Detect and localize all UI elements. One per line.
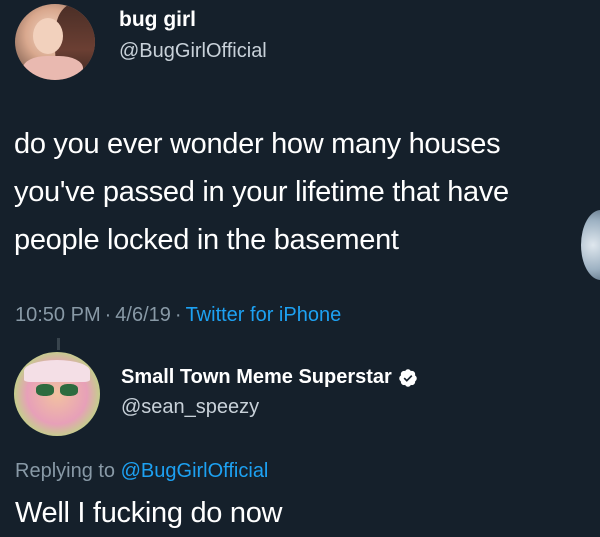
avatar-glasses [36,384,80,396]
thread-connector [57,338,60,350]
avatar[interactable] [15,4,95,80]
avatar-clothing [23,56,83,80]
meta-separator: · [174,304,182,326]
reply-avatar[interactable] [14,352,100,436]
replying-to: Replying to @BugGirlOfficial [15,460,268,483]
meta-separator: · [104,304,112,326]
tweet-text-line: you've passed in your lifetime that have [14,176,509,208]
author-display-name[interactable]: bug girl [119,8,196,32]
avatar-face [33,18,63,54]
tweet-text: do you ever wonder how many houses you'v… [14,120,594,264]
tweet-time[interactable]: 10:50 PM [15,304,101,326]
tweet-meta: 10:50 PM · 4/6/19 · Twitter for iPhone [15,304,341,327]
replying-to-label: Replying to [15,460,116,482]
tweet-text-line: people locked in the basement [14,224,399,256]
reply-author-name-text[interactable]: Small Town Meme Superstar [121,366,392,389]
main-tweet: bug girl @BugGirlOfficial do you ever wo… [0,0,600,345]
tweet-source-link[interactable]: Twitter for iPhone [186,304,342,326]
verified-badge-icon [399,368,417,387]
tweet-date[interactable]: 4/6/19 [115,304,171,326]
reply-author-handle[interactable]: @sean_speezy [121,396,259,419]
replying-to-mention-link[interactable]: @BugGirlOfficial [121,460,269,482]
tweet-text-line: do you ever wonder how many houses [14,128,501,160]
reply-author-display-name[interactable]: Small Town Meme Superstar [121,366,418,389]
author-handle[interactable]: @BugGirlOfficial [119,40,267,63]
reply-text: Well I fucking do now [15,497,283,529]
avatar-cap [24,360,90,382]
